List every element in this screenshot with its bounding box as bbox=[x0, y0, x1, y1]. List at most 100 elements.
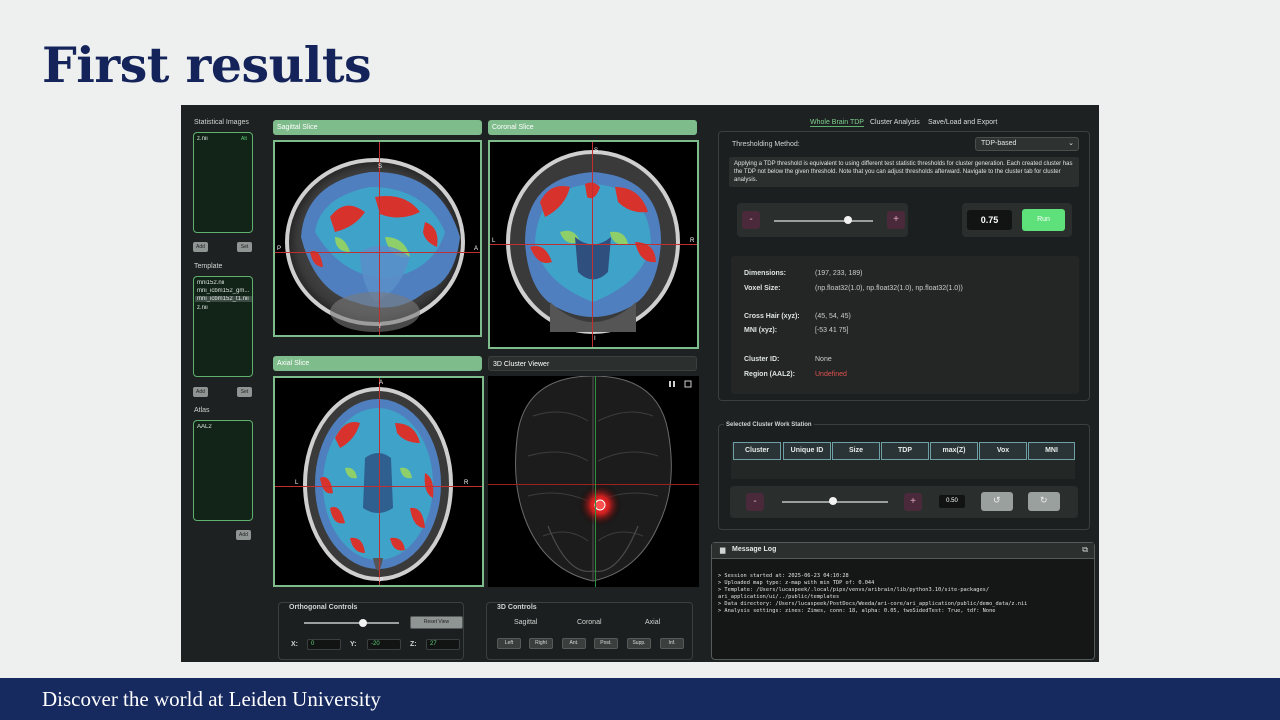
log-icon: ▆ bbox=[720, 547, 726, 554]
list-item[interactable]: mni152.nii bbox=[197, 280, 252, 286]
sagittal-label-s: S bbox=[378, 164, 383, 170]
column-header-size[interactable]: Size bbox=[832, 442, 880, 460]
station-slider-thumb[interactable] bbox=[828, 497, 837, 505]
set-stat-button[interactable]: Set bbox=[237, 242, 252, 252]
voxel-size-value: (np.float32(1.0), np.float32(1.0), np.fl… bbox=[815, 285, 963, 292]
tdp-panel: Thresholding Method: TDP-based ⌄ Applyin… bbox=[718, 131, 1090, 401]
cluster3d-view[interactable] bbox=[488, 376, 699, 587]
threshold-method-select[interactable]: TDP-based ⌄ bbox=[975, 137, 1079, 151]
crosshair-horizontal bbox=[488, 484, 699, 485]
status-badge: Alt bbox=[241, 136, 247, 142]
footer-bar: Discover the world at Leiden University bbox=[0, 678, 1280, 720]
superior-button[interactable]: Supp. bbox=[627, 638, 651, 649]
info-panel: Dimensions: (197, 233, 189) Voxel Size: … bbox=[731, 256, 1079, 394]
station-plus-button[interactable]: + bbox=[904, 493, 922, 511]
y-spinbox[interactable]: -20 bbox=[367, 639, 401, 650]
list-item[interactable]: z.nii bbox=[197, 136, 208, 142]
list-item[interactable]: mni_icbm152_gm... bbox=[197, 288, 252, 294]
tab-cluster-analysis[interactable]: Cluster Analysis bbox=[870, 119, 920, 126]
x-spinbox[interactable]: 0 bbox=[307, 639, 341, 650]
atlas-list[interactable]: AAL2 bbox=[193, 420, 253, 521]
station-value-field[interactable]: 0.50 bbox=[939, 495, 965, 508]
controls3d-title: 3D Controls bbox=[497, 604, 537, 611]
column-header-cluster[interactable]: Cluster bbox=[733, 442, 781, 460]
left-button[interactable]: Left bbox=[497, 638, 521, 649]
mni-value: [-53 41 75] bbox=[815, 327, 849, 334]
cluster-station-title: Selected Cluster Work Station bbox=[724, 422, 814, 428]
column-header-maxz[interactable]: max(Z) bbox=[930, 442, 978, 460]
crosshair-vertical bbox=[595, 376, 596, 587]
template-list[interactable]: mni152.nii mni_icbm152_gm... mni_icbm152… bbox=[193, 276, 253, 377]
app-window: Statistical Images z.nii Alt Add Set Tem… bbox=[181, 105, 1099, 662]
tab-whole-brain-tdp[interactable]: Whole Brain TDP bbox=[810, 119, 864, 127]
set-template-button[interactable]: Set bbox=[237, 387, 252, 397]
z-spinbox[interactable]: 27 bbox=[426, 639, 460, 650]
stat-images-list[interactable]: z.nii Alt bbox=[193, 132, 253, 233]
add-atlas-button[interactable]: Add bbox=[236, 530, 251, 540]
voxel-size-label: Voxel Size: bbox=[744, 285, 781, 292]
posterior-button[interactable]: Post. bbox=[594, 638, 618, 649]
threshold-plus-button[interactable]: + bbox=[887, 211, 905, 229]
add-stat-button[interactable]: Add bbox=[193, 242, 208, 252]
crosshair-vertical bbox=[379, 142, 380, 335]
redo-button[interactable]: ↻ bbox=[1028, 492, 1060, 511]
column-header-vox[interactable]: Vox bbox=[979, 442, 1027, 460]
x-label: X: bbox=[291, 641, 298, 648]
column-header-tdp[interactable]: TDP bbox=[881, 442, 929, 460]
threshold-slider-track[interactable] bbox=[774, 220, 873, 222]
cluster-id-value: None bbox=[815, 356, 832, 363]
column-header-mni[interactable]: MNI bbox=[1028, 442, 1075, 460]
sagittal-view[interactable]: S I P A bbox=[273, 140, 482, 337]
redo-icon: ↻ bbox=[1040, 495, 1048, 505]
sagittal-brain-image bbox=[285, 158, 465, 332]
log-line: > Analysis settings: zines: Zimes, conn:… bbox=[718, 608, 996, 614]
log-line: > Uploaded map type: z-map with min TDP … bbox=[718, 580, 875, 586]
threshold-minus-button[interactable]: - bbox=[742, 211, 760, 229]
column-header-unique-id[interactable]: Unique ID bbox=[783, 442, 831, 460]
axial-label-r: R bbox=[464, 480, 469, 486]
right-button[interactable]: Right bbox=[529, 638, 553, 649]
axial-view[interactable]: A P L R bbox=[273, 376, 484, 587]
ortho-slider-track[interactable] bbox=[304, 622, 399, 624]
list-item-selected[interactable]: mni_icbm152_t1.nii bbox=[195, 296, 252, 302]
list-item[interactable]: z.nii bbox=[197, 305, 252, 311]
anterior-button[interactable]: Ant. bbox=[562, 638, 586, 649]
inferior-button[interactable]: Inf. bbox=[660, 638, 684, 649]
pause-icon[interactable] bbox=[668, 380, 676, 388]
sagittal-header: Sagittal Slice bbox=[273, 120, 482, 135]
axial-header: Axial Slice bbox=[273, 356, 482, 371]
coronal-view[interactable]: S I L R bbox=[488, 140, 699, 349]
controls3d-panel: 3D Controls Sagittal Coronal Axial Left … bbox=[486, 602, 693, 660]
coronal-label-i: I bbox=[594, 336, 596, 342]
station-minus-button[interactable]: - bbox=[746, 493, 764, 511]
tab-save-load-export[interactable]: Save/Load and Export bbox=[928, 119, 997, 126]
coronal-header: Coronal Slice bbox=[488, 120, 697, 135]
reset-view-button[interactable]: Reset View bbox=[410, 616, 463, 629]
threshold-description: Applying a TDP threshold is equivalent t… bbox=[729, 157, 1079, 187]
stat-images-title: Statistical Images bbox=[194, 119, 249, 126]
region-label: Region (AAL2): bbox=[744, 371, 795, 378]
undo-button[interactable]: ↺ bbox=[981, 492, 1013, 511]
footer-text: Discover the world at Leiden University bbox=[42, 687, 381, 711]
fullscreen-icon[interactable] bbox=[684, 380, 692, 388]
crosshair-vertical bbox=[592, 142, 593, 347]
list-item[interactable]: AAL2 bbox=[197, 424, 212, 430]
message-log-panel: ▆ Message Log ⧉ > Session started at: 20… bbox=[711, 542, 1095, 660]
message-log-title: Message Log bbox=[732, 546, 777, 553]
threshold-value-field[interactable]: 0.75 bbox=[967, 210, 1012, 230]
ortho-slider-thumb[interactable] bbox=[358, 619, 367, 627]
add-template-button[interactable]: Add bbox=[193, 387, 208, 397]
region-value: Undefined bbox=[815, 371, 847, 378]
float-window-icon[interactable]: ⧉ bbox=[1082, 545, 1088, 555]
coronal-label-r: R bbox=[690, 238, 695, 244]
log-line: > Template: /Users/lucaspeek/.local/pipx… bbox=[718, 587, 990, 593]
threshold-method-value: TDP-based bbox=[981, 140, 1017, 147]
axial-label-a: A bbox=[379, 380, 384, 386]
slide-title: First results bbox=[42, 36, 372, 94]
sagittal-label-a: A bbox=[474, 246, 479, 252]
threshold-slider-thumb[interactable] bbox=[844, 216, 853, 224]
dimensions-label: Dimensions: bbox=[744, 270, 787, 277]
axial-label: Axial bbox=[645, 619, 661, 626]
run-button[interactable]: Run bbox=[1022, 209, 1065, 231]
axial-label-p: P bbox=[379, 578, 384, 584]
